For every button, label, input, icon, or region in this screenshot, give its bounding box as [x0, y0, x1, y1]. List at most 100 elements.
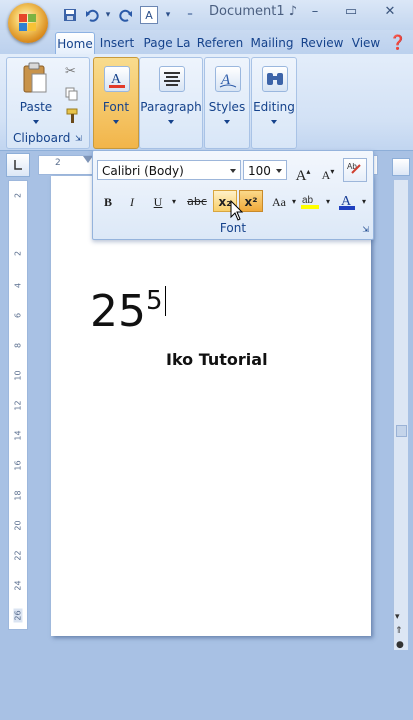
scroll-thumb[interactable]: [396, 425, 407, 437]
tab-home[interactable]: Home: [55, 32, 95, 55]
base-number: 25: [90, 286, 146, 337]
ruler-number: 22: [13, 550, 23, 561]
editing-dropdown-icon: [271, 120, 277, 124]
tab-view[interactable]: View: [348, 32, 384, 54]
ruler-number: 24: [13, 580, 23, 591]
window-title: Document1 ♪: [209, 4, 298, 19]
font-size-combo[interactable]: 100: [243, 160, 287, 180]
ruler-number: 26: [13, 608, 23, 623]
tab-insert[interactable]: Insert: [96, 32, 138, 54]
font-color-button[interactable]: A: [335, 190, 359, 212]
font-label: Font: [102, 100, 130, 114]
save-icon[interactable]: [60, 5, 80, 25]
clipboard-label: Clipboard: [13, 131, 71, 145]
select-browse-object-icon[interactable]: ●: [396, 640, 404, 650]
ruler-number: 16: [13, 460, 23, 471]
customize-qat-icon[interactable]: ⁼: [180, 5, 200, 25]
ruler-number: 2: [13, 192, 23, 199]
underline-button[interactable]: U: [147, 190, 169, 212]
copy-icon[interactable]: [65, 86, 81, 101]
clear-formatting-button[interactable]: Ab: [343, 158, 367, 182]
font-name-combo[interactable]: Calibri (Body): [97, 160, 241, 180]
styles-dropdown-icon: [224, 120, 230, 124]
ruler-number: 18: [13, 490, 23, 501]
ruler-number: 6: [13, 312, 23, 319]
ruler-number: 14: [13, 430, 23, 441]
strikethrough-button[interactable]: abc: [183, 190, 211, 212]
editing-label: Editing: [253, 100, 295, 114]
superscript-number: 5: [146, 286, 163, 316]
ruler-number: 8: [13, 342, 23, 349]
tab-selector-button[interactable]: [6, 153, 30, 177]
highlight-button[interactable]: ab: [297, 190, 323, 212]
document-page[interactable]: [51, 176, 371, 636]
bold-button[interactable]: B: [97, 190, 119, 212]
svg-text:ab: ab: [302, 195, 314, 206]
redo-icon[interactable]: [116, 5, 136, 25]
font-group-button[interactable]: A Font: [93, 57, 139, 149]
paragraph-lines-icon: [159, 66, 185, 92]
paste-icon[interactable]: [22, 62, 48, 94]
font-name-value: Calibri (Body): [102, 164, 184, 178]
font-group-popup: Calibri (Body) 100 A▴ A▾ Ab B I U ▾ abc …: [92, 150, 374, 240]
editing-group-button[interactable]: Editing: [251, 57, 297, 149]
styles-group-button[interactable]: A Styles: [204, 57, 250, 149]
font-size-dropdown-icon[interactable]: [276, 169, 282, 173]
ribbon-tabs: Home Insert Page La Referen Mailing Revi…: [0, 30, 413, 55]
undo-dropdown-icon[interactable]: ▾: [98, 5, 118, 25]
previous-page-icon[interactable]: ⇑: [395, 626, 403, 636]
ruler-number: 10: [13, 370, 23, 381]
font-size-value: 100: [248, 164, 271, 178]
format-painter-brush-icon[interactable]: [65, 108, 81, 124]
styles-label: Styles: [208, 100, 246, 114]
close-button[interactable]: ✕: [379, 4, 401, 22]
view-ruler-icon[interactable]: [392, 158, 410, 176]
ribbon: Paste ✂ Clipboard ⇲ A Font Paragraph A S…: [0, 54, 413, 151]
vertical-ruler[interactable]: 2 2 4 6 8 10 12 14 16 18 20 22 24 26: [8, 180, 28, 630]
paragraph-label: Paragraph: [140, 100, 202, 114]
mouse-pointer-icon: [230, 199, 244, 226]
binoculars-icon: [262, 66, 288, 92]
shrink-font-button[interactable]: A▾: [317, 160, 339, 182]
paste-label[interactable]: Paste: [7, 100, 65, 114]
font-dialog-launcher-icon[interactable]: ⇲: [362, 225, 369, 234]
underline-dropdown-icon[interactable]: ▾: [169, 190, 179, 212]
document-text[interactable]: 255: [90, 286, 166, 337]
ruler-number: 4: [13, 282, 23, 289]
cut-icon[interactable]: ✂: [65, 64, 81, 79]
ruler-number: 20: [13, 520, 23, 531]
paste-dropdown-icon[interactable]: [33, 120, 39, 124]
dialog-launcher-icon[interactable]: ⇲: [75, 134, 84, 143]
office-button[interactable]: [8, 3, 48, 43]
font-dropdown-icon: [113, 120, 119, 124]
format-dropdown-icon[interactable]: ▾: [158, 5, 178, 25]
office-logo-icon: [19, 14, 37, 32]
text-cursor: [164, 286, 166, 316]
tab-mailings[interactable]: Mailing: [248, 32, 296, 54]
help-icon[interactable]: ❓: [388, 32, 408, 54]
vertical-scrollbar[interactable]: ▾ ⇑ ●: [393, 180, 408, 650]
font-name-dropdown-icon[interactable]: [230, 169, 236, 173]
italic-button[interactable]: I: [121, 190, 143, 212]
styles-icon: A: [215, 66, 241, 92]
change-case-button[interactable]: Aa: [267, 190, 291, 212]
minimize-button[interactable]: –: [304, 4, 326, 22]
paragraph-dropdown-icon: [168, 120, 174, 124]
tutorial-watermark: Iko Tutorial: [166, 350, 268, 369]
ruler-number: 12: [13, 400, 23, 411]
grow-font-button[interactable]: A▴: [291, 160, 315, 184]
font-color-a-icon: A: [104, 66, 130, 92]
title-bar: ▾ A ▾ ⁼ Document1 ♪ – ▭ ✕: [0, 0, 413, 30]
font-color-dropdown-icon[interactable]: ▾: [359, 190, 369, 212]
highlight-dropdown-icon[interactable]: ▾: [323, 190, 333, 212]
maximize-button[interactable]: ▭: [340, 4, 362, 22]
clipboard-group: Paste ✂ Clipboard ⇲: [6, 57, 90, 149]
paragraph-group-button[interactable]: Paragraph: [139, 57, 203, 149]
tab-review[interactable]: Review: [299, 32, 345, 54]
scroll-down-icon[interactable]: ▾: [395, 612, 400, 622]
svg-text:A: A: [111, 72, 122, 87]
tab-references[interactable]: Referen: [195, 32, 245, 54]
ruler-number: 2: [55, 158, 61, 168]
format-painter-icon[interactable]: A: [140, 6, 158, 24]
tab-page-layout[interactable]: Page La: [142, 32, 192, 54]
